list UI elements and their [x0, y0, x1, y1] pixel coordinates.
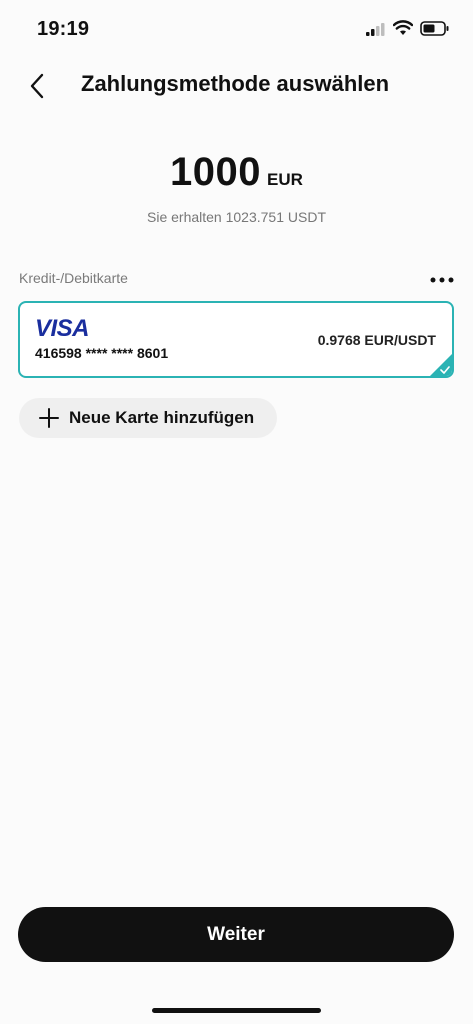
add-card-button[interactable]: Neue Karte hinzufügen	[19, 398, 277, 438]
card-number: 416598 **** **** 8601	[35, 345, 169, 361]
payment-section-label: Kredit-/Debitkarte	[19, 270, 128, 286]
page-title: Zahlungsmethode auswählen	[81, 71, 390, 96]
chevron-left-icon	[30, 73, 44, 99]
continue-button[interactable]: Weiter	[18, 907, 454, 962]
add-card-label: Neue Karte hinzufügen	[69, 408, 255, 427]
more-horizontal-icon	[430, 277, 454, 283]
more-options-button[interactable]	[428, 270, 456, 290]
status-time: 19:19	[37, 18, 90, 40]
amount-currency: EUR	[267, 170, 303, 189]
amount-value: 1000	[170, 150, 262, 194]
amount-display: 1000 EUR	[0, 150, 473, 195]
visa-logo: VISA	[35, 315, 90, 342]
wifi-icon	[393, 20, 413, 35]
back-button[interactable]	[20, 68, 54, 104]
receive-amount-text: Sie erhalten 1023.751 USDT	[147, 209, 326, 225]
exchange-rate: 0.9768 EUR/USDT	[317, 332, 436, 348]
payment-card-option[interactable]: VISA 416598 **** **** 8601 0.9768 EUR/US…	[18, 301, 454, 378]
cellular-signal-icon	[366, 23, 385, 36]
battery-icon	[420, 21, 449, 36]
check-icon	[440, 366, 450, 374]
home-indicator	[152, 1008, 321, 1013]
plus-icon	[39, 408, 59, 428]
status-bar: 19:19	[0, 0, 473, 56]
